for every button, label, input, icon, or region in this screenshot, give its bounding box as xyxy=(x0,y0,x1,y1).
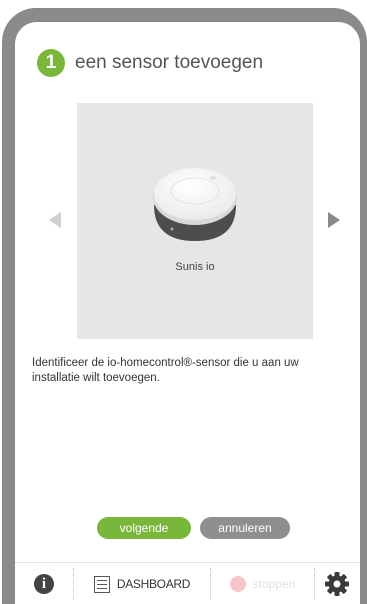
list-icon xyxy=(93,575,110,593)
instruction-text: Identificeer de io-homecontrol®-sensor d… xyxy=(32,357,299,384)
device-name: Sunis io xyxy=(175,261,215,273)
stop-button[interactable]: stoppen xyxy=(211,563,314,604)
sensor-carousel: Sunis io xyxy=(77,103,313,339)
info-button[interactable]: i xyxy=(15,563,73,604)
stop-icon xyxy=(229,576,246,592)
info-icon: i xyxy=(34,574,54,594)
settings-button[interactable] xyxy=(315,563,359,604)
page-title: een sensor toevoegen xyxy=(75,52,264,73)
chevron-left-icon[interactable] xyxy=(49,212,61,228)
gear-icon xyxy=(325,572,349,596)
cancel-button[interactable]: annuleren xyxy=(200,517,290,539)
chevron-right-icon[interactable] xyxy=(328,212,340,228)
bottom-toolbar: i DASHBOARD stoppen xyxy=(15,562,360,604)
action-buttons: volgende annuleren xyxy=(97,517,290,539)
dashboard-label: DASHBOARD xyxy=(116,577,191,591)
dashboard-button[interactable]: DASHBOARD xyxy=(74,563,210,604)
app-screen: 1 een sensor toevoegen Sunis io Identifi… xyxy=(15,22,360,604)
stop-label: stoppen xyxy=(252,577,296,591)
next-button[interactable]: volgende xyxy=(97,517,191,539)
step-number-badge: 1 xyxy=(37,49,65,77)
step-header: 1 een sensor toevoegen xyxy=(37,49,263,77)
sensor-device-image[interactable] xyxy=(149,167,241,245)
